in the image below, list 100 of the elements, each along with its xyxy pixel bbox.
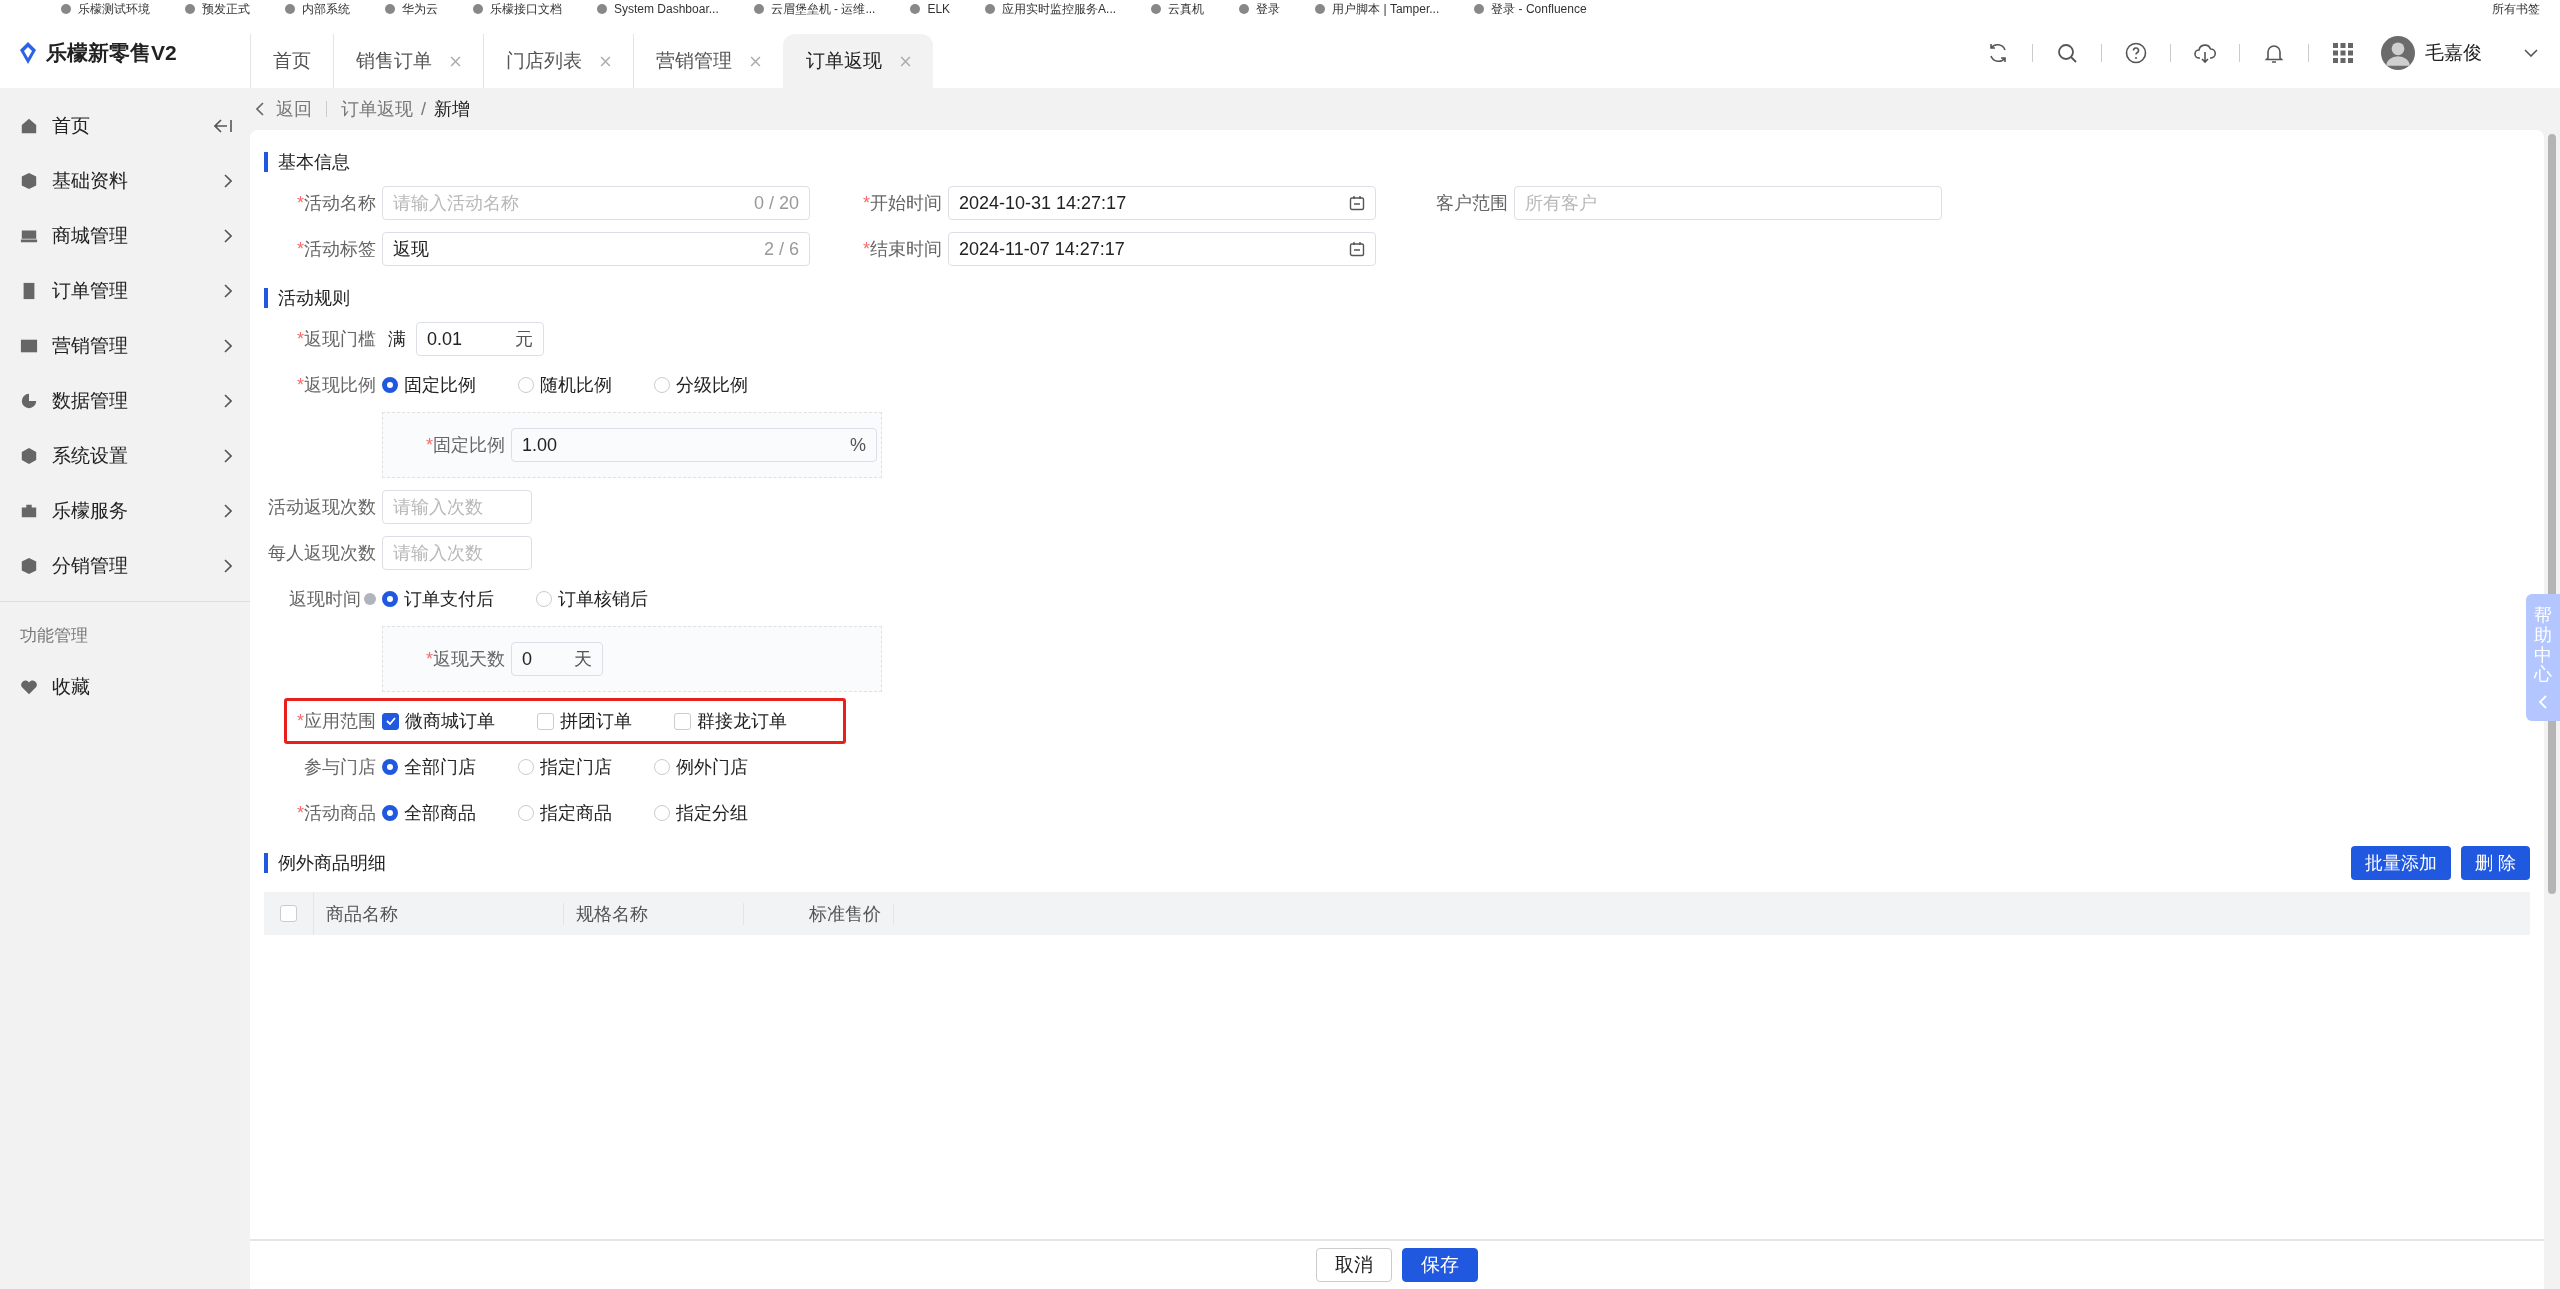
chevron-left-icon [2539, 695, 2547, 710]
site-icon [596, 3, 608, 15]
text-field[interactable]: 返现 2 / 6 [382, 232, 810, 266]
checkbox-option[interactable]: 群接龙订单 [674, 709, 787, 733]
section-title: 活动规则 [264, 288, 2530, 308]
sidebar-item[interactable]: 收藏 [0, 659, 250, 714]
radio-option[interactable]: 固定比例 [382, 373, 476, 397]
site-icon [284, 3, 296, 15]
sidebar-item[interactable]: 首页 [0, 98, 250, 153]
sidebar-item[interactable]: 订单管理 [0, 263, 250, 318]
site-icon [384, 3, 396, 15]
radio-option[interactable]: 全部门店 [382, 755, 476, 779]
chevron-right-icon [224, 558, 232, 573]
site-icon [909, 3, 922, 15]
site-icon [984, 3, 997, 15]
site-icon [752, 3, 765, 15]
radio-button[interactable] [382, 591, 398, 607]
page-tab[interactable]: 门店列表 [483, 34, 633, 88]
checkbox[interactable] [382, 712, 399, 730]
select-all-checkbox[interactable] [280, 905, 297, 922]
field-label: *结束时间 [862, 237, 942, 261]
radio-option[interactable]: 分级比例 [654, 373, 748, 397]
bookmark-link[interactable]: 华为云 [384, 0, 438, 18]
amount-field[interactable]: 0.01 元 [416, 322, 544, 356]
sidebar-item[interactable]: 分销管理 [0, 538, 250, 593]
sidebar-item[interactable]: 商城管理 [0, 208, 250, 263]
action-button[interactable]: 批量添加 [2351, 846, 2451, 880]
checkbox-option[interactable]: 拼团订单 [537, 709, 632, 733]
radio-option[interactable]: 订单支付后 [382, 587, 494, 611]
user-name[interactable]: 毛嘉俊 [2425, 40, 2482, 66]
calendar-icon[interactable] [1349, 195, 1365, 211]
chevron-right-icon [224, 393, 232, 408]
page-tab[interactable]: 订单返现 [783, 34, 933, 88]
character-counter: 0 / 20 [753, 192, 799, 214]
bookmark-link[interactable]: 乐檬接口文档 [472, 0, 562, 18]
bookmark-link[interactable]: 用户脚本 | Tamper... [1314, 0, 1440, 18]
radio-button[interactable] [382, 805, 398, 821]
search-icon[interactable] [2055, 41, 2079, 65]
radio-option[interactable]: 随机比例 [518, 373, 612, 397]
heart-icon [20, 677, 38, 696]
all-bookmarks-link[interactable]: 所有书签 [2492, 0, 2540, 18]
page-tab[interactable]: 销售订单 [333, 34, 483, 88]
checkbox-option[interactable]: 微商城订单 [382, 709, 495, 733]
field-label: 返现时间 [264, 587, 376, 611]
checkmark-icon [384, 715, 397, 727]
field-label: *活动名称 [296, 191, 376, 215]
radio-button[interactable] [382, 759, 398, 775]
chevron-down-icon[interactable] [2524, 49, 2538, 57]
cloud-download-icon[interactable] [2193, 41, 2217, 65]
footer-button[interactable]: 取消 [1316, 1248, 1392, 1282]
radio-option[interactable]: 全部商品 [382, 801, 476, 825]
bookmark-link[interactable]: 内部系统 [284, 0, 350, 18]
radio-option[interactable]: 指定商品 [518, 801, 612, 825]
number-field[interactable]: 1.00 % [511, 428, 877, 462]
bookmark-link[interactable]: 云真机 [1150, 0, 1205, 18]
breadcrumb-item[interactable]: 订单返现 [341, 97, 413, 121]
bookmark-link[interactable]: System Dashboar... [596, 0, 719, 18]
bookmark-link[interactable]: ELK [909, 0, 951, 18]
footer-button[interactable]: 保存 [1402, 1248, 1478, 1282]
field-label: *开始时间 [862, 191, 942, 215]
number-field[interactable]: 0 天 [511, 642, 603, 676]
text-field[interactable]: 2024-10-31 14:27:17 [948, 186, 1376, 220]
bookmark-link[interactable]: 登录 [1238, 0, 1281, 18]
site-icon [1314, 3, 1327, 15]
calendar-icon[interactable] [1349, 241, 1365, 257]
bookmark-link[interactable]: 应用实时监控服务A... [984, 0, 1117, 18]
field-label: *活动商品 [296, 801, 376, 825]
site-icon [1150, 3, 1163, 15]
sidebar-item[interactable]: 营销管理 [0, 318, 250, 373]
page-tab[interactable]: 首页 [250, 34, 333, 88]
chevron-right-icon [224, 448, 232, 463]
radio-option[interactable]: 订单核销后 [536, 587, 648, 611]
bookmark-link[interactable]: 预发正式 [184, 0, 250, 18]
action-button[interactable]: 删 除 [2461, 846, 2530, 880]
bookmark-link[interactable]: 登录 - Confluence [1473, 0, 1587, 18]
bookmark-link[interactable]: 云眉堡垒机 - 运维... [752, 0, 876, 18]
radio-option[interactable]: 指定分组 [654, 801, 748, 825]
back-link[interactable]: 返回 [256, 97, 312, 121]
house-icon [20, 116, 38, 135]
sidebar-item[interactable]: 系统设置 [0, 428, 250, 483]
radio-option[interactable]: 指定门店 [518, 755, 612, 779]
chevron-left-icon [256, 102, 264, 116]
site-icon [1238, 3, 1251, 15]
pie-chart-icon [20, 391, 38, 410]
avatar[interactable] [2381, 36, 2415, 70]
radio-option[interactable]: 例外门店 [654, 755, 748, 779]
chevron-right-icon [224, 228, 232, 243]
site-icon [472, 3, 484, 15]
bookmark-link[interactable]: 乐檬测试环境 [60, 0, 150, 18]
field-label: 活动返现次数 [267, 496, 376, 519]
sidebar-item[interactable]: 乐檬服务 [0, 483, 250, 538]
site-icon [60, 3, 72, 15]
apps-grid-icon[interactable] [2331, 41, 2355, 65]
text-field[interactable]: 2024-11-07 14:27:17 [948, 232, 1376, 266]
sidebar-item[interactable]: 数据管理 [0, 373, 250, 428]
sidebar-item[interactable]: 基础资料 [0, 153, 250, 208]
breadcrumb-item: 新增 [434, 98, 470, 121]
radio-button[interactable] [382, 377, 398, 393]
collapse-icon[interactable] [214, 118, 232, 133]
chevron-right-icon [224, 173, 232, 188]
